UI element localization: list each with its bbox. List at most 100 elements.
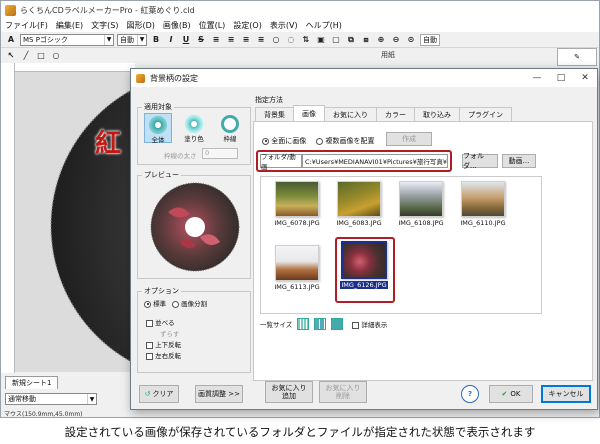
tab-plugin[interactable]: プラグイン [459,107,512,121]
disc-border-icon [221,115,239,133]
disc-label-preview[interactable] [31,71,131,371]
ungroup-icon[interactable]: ⧈ [360,34,372,46]
border-width-spinner[interactable]: 0 [202,148,238,159]
back-icon[interactable]: ▢ [330,34,342,46]
auto-zoom-button[interactable]: 自動 [420,33,440,46]
thumbnail-item[interactable]: IMG_6108.JPG [397,181,445,233]
menu-image[interactable]: 画像(B) [163,20,191,31]
ok-button[interactable]: ✔ OK [489,385,533,403]
check-offset[interactable]: ずらす [146,329,181,340]
font-name-select[interactable]: MS Pゴシック ▼ [20,33,114,46]
format-toolbar: A MS Pゴシック ▼ 自動 ▼ B I U S ≡ ≡ ≡ ≡ ○ ◌ ⇅ ▣ … [1,32,599,48]
check-flip-vertical[interactable]: 上下反転 [146,340,181,351]
create-button[interactable]: 作成 [386,132,432,146]
close-icon[interactable]: ✕ [573,69,597,87]
sheet-tab-1[interactable]: 新規シート1 [5,376,59,389]
text-direction-icon[interactable]: ⇅ [300,34,312,46]
method-tabs: 背景集 画像 お気に入り カラー 取り込み プラグイン [255,105,512,121]
zoom-out-icon[interactable]: ⊖ [390,34,402,46]
maximize-icon[interactable]: □ [549,69,573,87]
thumbnail-item[interactable]: IMG_6113.JPG [273,245,321,297]
disc-fill-icon [185,115,203,133]
target-whole-button[interactable]: 全体 [144,113,172,144]
menu-view[interactable]: 表示(V) [270,20,298,31]
thumb-size-label: 一覧サイズ [260,321,293,329]
align-left-icon[interactable]: ≡ [210,34,222,46]
zoom-in-icon[interactable]: ⊕ [375,34,387,46]
strikethrough-icon[interactable]: S [195,34,207,46]
font-size-select[interactable]: 自動 ▼ [117,33,147,46]
option-check-list: 並べる ずらす 上下反転 左右反転 [146,318,181,362]
ruler-left [1,63,15,373]
front-icon[interactable]: ▣ [315,34,327,46]
thumb-size-large-icon[interactable] [331,318,344,330]
menu-help[interactable]: ヘルプ(H) [306,20,342,31]
favorite-delete-button[interactable]: お気に入り 削除 [319,381,367,403]
clear-button[interactable]: ↺ クリア [139,385,179,403]
thumbnail-item[interactable]: IMG_6110.JPG [459,181,507,233]
title-bar: らくちんCDラベルメーカーPro - 紅葉めぐり.cld [1,1,599,19]
snap-mode-select[interactable]: 通常移動 ▼ [5,393,97,405]
target-border-button[interactable]: 枠線 [216,113,244,143]
line-tool-icon[interactable]: ╱ [20,49,32,61]
tab-image[interactable]: 画像 [293,105,325,121]
check-flip-horizontal[interactable]: 左右反転 [146,351,181,362]
tab-color[interactable]: カラー [376,107,415,121]
menu-edit[interactable]: 編集(E) [56,20,83,31]
thumb-size-medium-icon[interactable] [314,318,327,330]
disc-title-text[interactable]: 紅 [95,123,135,159]
menu-position[interactable]: 位置(L) [199,20,226,31]
menu-shape[interactable]: 図形(D) [126,20,154,31]
target-fill-button[interactable]: 塗り色 [180,113,208,143]
align-justify-icon[interactable]: ≡ [255,34,267,46]
radio-standard[interactable]: 標準 [144,298,166,308]
help-button[interactable]: ? [461,385,479,403]
menu-settings[interactable]: 設定(O) [233,20,262,31]
menu-text[interactable]: 文字(S) [91,20,118,31]
align-right-icon[interactable]: ≡ [240,34,252,46]
quality-adjust-button[interactable]: 画質調整 >> [195,385,243,403]
caption: 設定されている画像が保存されているフォルダとファイルが指定された状態で表示されま… [64,425,536,439]
select-tool-icon[interactable]: ↖ [5,49,17,61]
tab-library[interactable]: 背景集 [255,107,294,121]
folder-button[interactable]: フォルダ... [462,152,498,170]
favorite-add-button[interactable]: お気に入り 追加 [265,381,313,403]
underline-icon[interactable]: U [180,34,192,46]
window-title: らくちんCDラベルメーカーPro - 紅葉めぐり.cld [20,5,195,15]
options-label: オプション [142,286,181,296]
options-group: オプション 標準 画像分割 並べる ずらす 上下反転 左右反転 [137,286,251,373]
detail-check[interactable]: 詳細表示 [352,319,387,329]
text-tool-icon[interactable]: A [5,34,17,46]
bold-icon[interactable]: B [150,34,162,46]
cancel-button[interactable]: キャンセル [541,385,591,403]
thumbnail-item[interactable]: IMG_6083.JPG [335,181,383,233]
tab-favorites[interactable]: お気に入り [324,107,377,121]
rect-tool-icon[interactable]: □ [35,49,47,61]
thumbnail-list[interactable]: IMG_6078.JPG IMG_6083.JPG IMG_6108.JPG I… [260,176,542,314]
option-radio-row: 標準 画像分割 [144,298,207,308]
ellipse-tool-icon[interactable]: ○ [50,49,62,61]
check-tile[interactable]: 並べる [146,318,181,329]
menu-file[interactable]: ファイル(F) [5,20,48,31]
group-icon[interactable]: ⧉ [345,34,357,46]
placement-radio-row: 全面に画像 複数画像を配置 [262,136,374,146]
paper-preview-icon[interactable]: ✎ [557,48,597,66]
minimize-icon[interactable]: — [525,69,549,87]
circle-text-2-icon[interactable]: ◌ [285,34,297,46]
zoom-fit-icon[interactable]: ⊙ [405,34,417,46]
image-tab-panel: 全面に画像 複数画像を配置 作成 フォルダ/動画 C:¥Users¥MEDIAN… [253,121,593,381]
tab-import[interactable]: 取り込み [414,107,460,121]
disc-graphic [50,89,131,363]
path-highlight-box [256,150,452,172]
circle-text-icon[interactable]: ○ [270,34,282,46]
radio-multi-image[interactable]: 複数画像を配置 [316,136,374,146]
italic-icon[interactable]: I [165,34,177,46]
thumb-size-small-icon[interactable] [297,318,310,330]
video-button[interactable]: 動画... [502,154,536,168]
target-group-label: 適用対象 [142,102,174,112]
radio-whole-image[interactable]: 全面に画像 [262,136,306,146]
align-center-icon[interactable]: ≡ [225,34,237,46]
radio-split[interactable]: 画像分割 [172,298,207,308]
thumbnail-item[interactable]: IMG_6078.JPG [273,181,321,233]
chevron-down-icon: ▼ [104,34,113,45]
